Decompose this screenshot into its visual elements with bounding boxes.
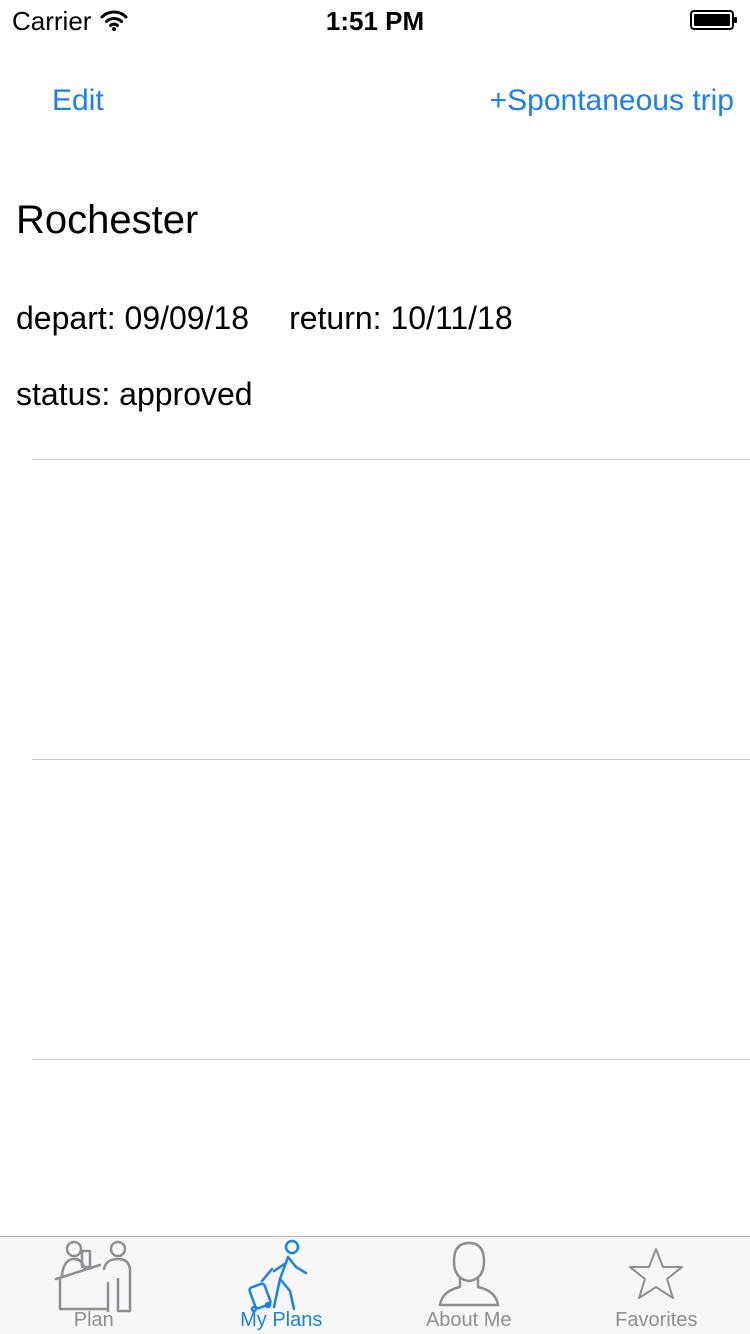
trip-status: status: approved [16,376,253,412]
table-row[interactable] [0,460,750,760]
my-plans-screen: Carrier 1:51 PM Edit +Spontaneous trip R… [0,0,750,1334]
tab-favorites[interactable]: Favorites [563,1237,750,1334]
edit-button[interactable]: Edit [52,82,104,120]
table-row[interactable] [0,760,750,1060]
tab-label: Favorites [615,1309,698,1331]
trip-dates: depart: 09/09/18 return: 10/11/18 [16,298,513,338]
traveler-luggage-icon [248,1239,308,1313]
depart-date: depart: 09/09/18 [16,300,250,336]
tab-label: Plan [73,1309,114,1331]
reception-desk-icon [54,1240,131,1313]
tab-label: My Plans [240,1309,323,1331]
trip-destination-title: Rochester [16,198,199,242]
spontaneous-trip-button[interactable]: +Spontaneous trip [490,82,734,120]
return-date: return: 10/11/18 [289,300,513,336]
status-bar: Carrier 1:51 PM [0,0,750,40]
tab-my-plans[interactable]: My Plans [188,1237,376,1334]
battery-icon [690,10,737,30]
tab-about-me[interactable]: About Me [375,1237,563,1334]
star-icon [629,1248,684,1299]
row-separator [32,1059,750,1060]
tab-label: About Me [425,1309,512,1331]
status-time: 1:51 PM [325,6,425,36]
tab-plan[interactable]: Plan [0,1237,188,1334]
person-icon [438,1241,499,1307]
tab-bar: Plan My Plans About Me Favorites [0,1236,750,1334]
